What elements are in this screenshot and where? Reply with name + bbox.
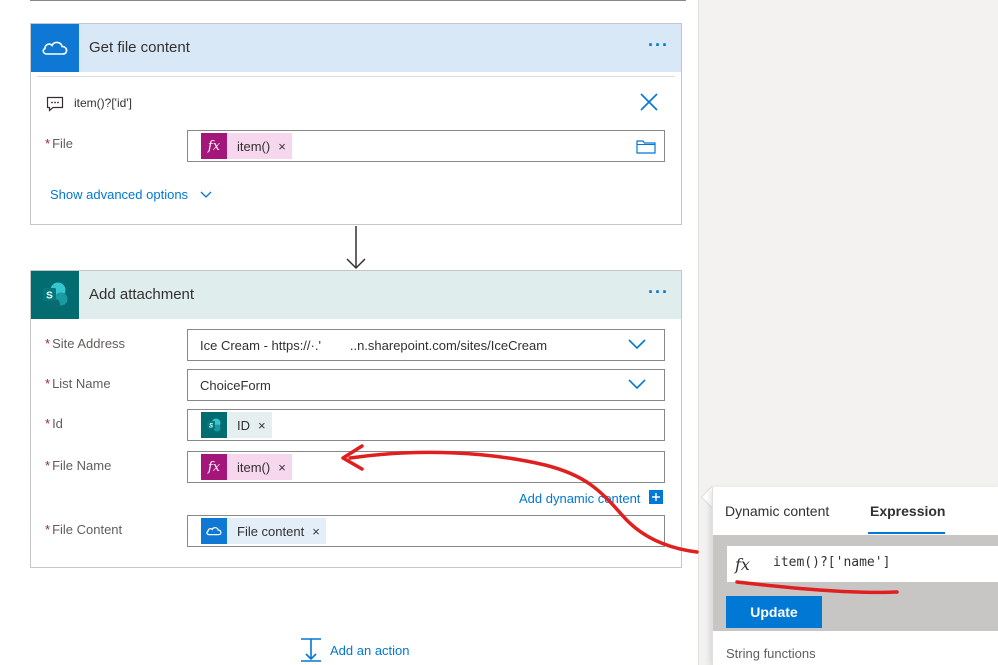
- id-label: * Id: [45, 416, 63, 431]
- card-header[interactable]: S Add attachment ···: [31, 271, 681, 319]
- chevron-down-icon[interactable]: [628, 338, 646, 350]
- comment-icon: [46, 96, 64, 117]
- id-input[interactable]: S ID ×: [187, 409, 665, 441]
- site-address-label: * Site Address: [45, 336, 126, 351]
- add-attachment-card: S Add attachment ··· * Site Address Ice C…: [30, 270, 682, 568]
- file-content-label: * File Content: [45, 522, 123, 537]
- flow-connector-arrow: [344, 226, 368, 275]
- more-options-button[interactable]: ···: [648, 35, 669, 56]
- fx-icon: fx: [201, 454, 227, 480]
- file-content-input[interactable]: File content ×: [187, 515, 665, 547]
- token-label: item(): [237, 459, 271, 475]
- file-label: * File: [45, 136, 74, 151]
- add-action-label: Add an action: [330, 642, 410, 658]
- expression-token[interactable]: fx item() ×: [201, 454, 292, 480]
- card-title: Get file content: [89, 39, 190, 56]
- tab-expression[interactable]: Expression: [870, 503, 945, 519]
- add-dynamic-content-icon[interactable]: [649, 490, 663, 504]
- close-icon[interactable]: [639, 92, 659, 117]
- remove-token-button[interactable]: ×: [258, 418, 266, 433]
- expression-input[interactable]: fx item()?['name']: [727, 546, 998, 582]
- dynamic-content-panel: Dynamic content Expression fx item()?['n…: [712, 487, 998, 665]
- connector-top-line: [30, 0, 686, 1]
- sharepoint-icon: S: [201, 412, 227, 438]
- add-action-button[interactable]: Add an action: [300, 638, 410, 662]
- site-address-value: Ice Cream - https://·.' ..n.sharepoint.c…: [200, 338, 548, 353]
- svg-text:S: S: [209, 424, 213, 430]
- token-label: File content: [237, 523, 305, 539]
- card-title: Add attachment: [89, 286, 195, 303]
- comment-text[interactable]: item()?['id']: [74, 96, 132, 110]
- file-input[interactable]: fx item() ×: [187, 130, 665, 162]
- onedrive-icon: [31, 24, 79, 72]
- file-name-input[interactable]: fx item() ×: [187, 451, 665, 483]
- chevron-down-icon: [200, 191, 212, 198]
- remove-token-button[interactable]: ×: [278, 139, 286, 154]
- dynamic-content-token[interactable]: S ID ×: [201, 412, 272, 438]
- chevron-down-icon[interactable]: [628, 378, 646, 390]
- expression-input-value: item()?['name']: [773, 555, 891, 570]
- fx-icon: fx: [735, 555, 750, 574]
- tab-dynamic-content[interactable]: Dynamic content: [725, 503, 829, 519]
- string-functions-header[interactable]: String functions: [726, 646, 816, 661]
- get-file-content-card: Get file content ··· item()?['id'] * File…: [30, 23, 682, 225]
- list-name-value: ChoiceForm: [200, 378, 271, 393]
- expression-token[interactable]: fx item() ×: [201, 133, 292, 159]
- remove-token-button[interactable]: ×: [312, 524, 320, 539]
- add-action-icon: [301, 638, 321, 662]
- add-dynamic-content-link[interactable]: Add dynamic content: [519, 491, 640, 506]
- list-name-dropdown[interactable]: ChoiceForm: [187, 369, 665, 401]
- show-advanced-options-link[interactable]: Show advanced options: [50, 187, 212, 202]
- site-address-dropdown[interactable]: Ice Cream - https://·.' ..n.sharepoint.c…: [187, 329, 665, 361]
- dynamic-content-token[interactable]: File content ×: [201, 518, 326, 544]
- update-button[interactable]: Update: [726, 596, 822, 628]
- expression-editor-area: fx item()?['name'] Update: [713, 535, 998, 631]
- active-tab-indicator: [868, 532, 945, 534]
- svg-text:S: S: [46, 291, 53, 302]
- file-name-label: * File Name: [45, 458, 112, 473]
- token-label: ID: [237, 417, 250, 433]
- token-label: item(): [237, 138, 271, 154]
- card-header[interactable]: Get file content ···: [31, 24, 681, 72]
- folder-icon[interactable]: [636, 139, 656, 159]
- sharepoint-icon: S: [31, 271, 79, 319]
- fx-icon: fx: [201, 133, 227, 159]
- card-body-divider: [37, 76, 675, 77]
- more-options-button[interactable]: ···: [648, 282, 669, 303]
- onedrive-icon: [201, 518, 227, 544]
- remove-token-button[interactable]: ×: [278, 460, 286, 475]
- list-name-label: * List Name: [45, 376, 111, 391]
